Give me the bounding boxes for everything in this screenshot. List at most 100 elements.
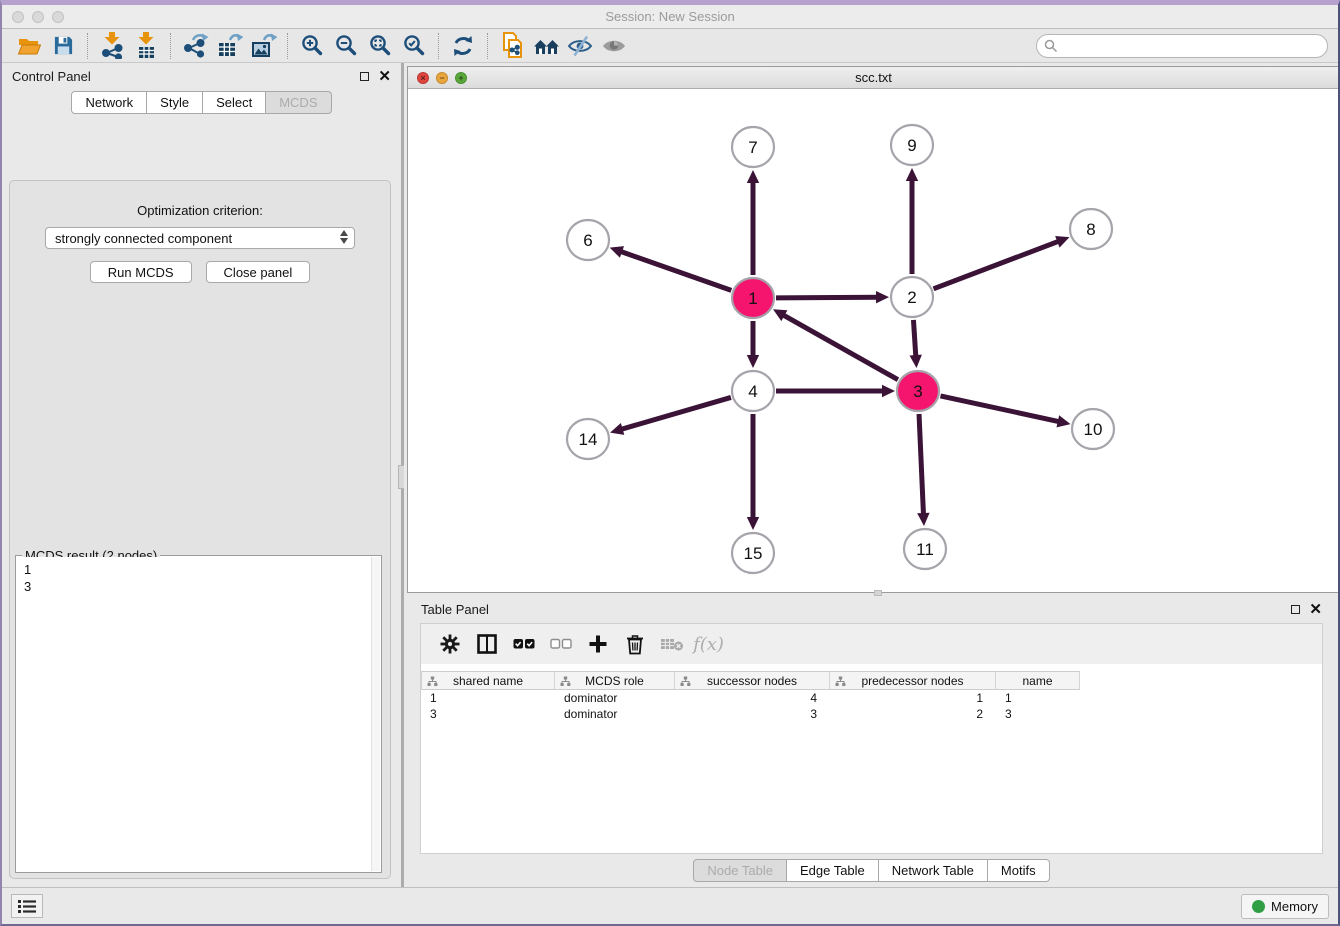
unselect-all-icon bbox=[550, 638, 572, 650]
show-all-button[interactable] bbox=[597, 31, 631, 61]
delete-column-button[interactable] bbox=[616, 628, 653, 660]
attribute-tree-icon bbox=[680, 676, 691, 687]
network-window-titlebar[interactable]: × − + scc.txt bbox=[408, 67, 1339, 89]
tab-network-table[interactable]: Network Table bbox=[879, 859, 988, 882]
cell-predecessor-nodes[interactable]: 2 bbox=[830, 707, 996, 721]
cell-shared-name[interactable]: 3 bbox=[421, 707, 555, 721]
search-input[interactable] bbox=[1036, 34, 1328, 58]
column-header-name[interactable]: name bbox=[996, 671, 1080, 690]
workspace-area: × − + scc.txt 7968124314101511 Table Pan… bbox=[404, 63, 1338, 887]
refresh-button[interactable] bbox=[446, 31, 480, 61]
tab-mcds[interactable]: MCDS bbox=[266, 91, 331, 114]
import-network-button[interactable] bbox=[95, 31, 129, 61]
graph-node-9[interactable]: 9 bbox=[891, 125, 933, 165]
svg-text:6: 6 bbox=[583, 231, 592, 250]
tab-edge-table[interactable]: Edge Table bbox=[787, 859, 879, 882]
control-panel: Control Panel ✕ Network Style Select MCD… bbox=[2, 63, 401, 887]
zoom-fit-button[interactable] bbox=[363, 31, 397, 61]
column-header-predecessor-nodes[interactable]: predecessor nodes bbox=[830, 671, 996, 690]
import-table-button[interactable] bbox=[129, 31, 163, 61]
run-mcds-button[interactable]: Run MCDS bbox=[90, 261, 192, 283]
network-view-window: × − + scc.txt 7 9 6 8 1 2 4 3 14 10 15 11 bbox=[407, 66, 1340, 593]
zoom-selected-button[interactable] bbox=[397, 31, 431, 61]
result-scrollbar[interactable] bbox=[371, 557, 380, 871]
graph-node-15[interactable]: 15 bbox=[732, 533, 774, 573]
mcds-result-list[interactable]: 1 3 bbox=[17, 557, 380, 871]
table-row[interactable]: 1 dominator 4 1 1 bbox=[421, 690, 1322, 706]
cell-mcds-role[interactable]: dominator bbox=[555, 691, 675, 705]
graph-node-1[interactable]: 1 bbox=[732, 278, 774, 318]
column-header-shared-name[interactable]: shared name bbox=[421, 671, 555, 690]
graph-node-4[interactable]: 4 bbox=[732, 371, 774, 411]
table-panel-title: Table Panel bbox=[421, 602, 489, 617]
cell-shared-name[interactable]: 1 bbox=[421, 691, 555, 705]
duplicate-network-button[interactable] bbox=[495, 31, 529, 61]
list-icon bbox=[18, 899, 36, 914]
svg-text:2: 2 bbox=[907, 288, 916, 307]
show-columns-button[interactable] bbox=[468, 628, 505, 660]
duplicate-network-icon bbox=[501, 32, 524, 59]
memory-label: Memory bbox=[1271, 899, 1318, 914]
table-row[interactable]: 3 dominator 3 2 3 bbox=[421, 706, 1322, 722]
criterion-value: strongly connected component bbox=[55, 231, 232, 246]
hide-selected-button[interactable] bbox=[563, 31, 597, 61]
apply-function-button[interactable]: f(x) bbox=[690, 628, 727, 660]
column-header-mcds-role[interactable]: MCDS role bbox=[555, 671, 675, 690]
table-settings-button[interactable] bbox=[431, 628, 468, 660]
select-all-rows-button[interactable] bbox=[505, 628, 542, 660]
network-canvas[interactable]: 7 9 6 8 1 2 4 3 14 10 15 11 bbox=[408, 90, 1339, 592]
zoom-in-button[interactable] bbox=[295, 31, 329, 61]
open-session-button[interactable] bbox=[12, 31, 46, 61]
cell-predecessor-nodes[interactable]: 1 bbox=[830, 691, 996, 705]
task-history-button[interactable] bbox=[11, 894, 43, 918]
refresh-icon bbox=[451, 35, 475, 57]
network-graph[interactable]: 7 9 6 8 1 2 4 3 14 10 15 11 bbox=[408, 90, 1339, 592]
plus-icon bbox=[588, 634, 608, 654]
add-column-button[interactable] bbox=[579, 628, 616, 660]
tab-style[interactable]: Style bbox=[147, 91, 203, 114]
criterion-dropdown[interactable]: strongly connected component bbox=[45, 227, 355, 249]
network-window-title: scc.txt bbox=[408, 70, 1339, 85]
graph-node-7[interactable]: 7 bbox=[732, 127, 774, 167]
close-panel-button[interactable]: Close panel bbox=[206, 261, 311, 283]
toolbar-separator bbox=[287, 33, 288, 59]
export-table-icon bbox=[216, 33, 243, 58]
first-neighbors-button[interactable] bbox=[529, 31, 563, 61]
graph-node-2[interactable]: 2 bbox=[891, 277, 933, 317]
zoom-out-button[interactable] bbox=[329, 31, 363, 61]
graph-node-3[interactable]: 3 bbox=[897, 371, 939, 411]
close-table-panel-icon[interactable]: ✕ bbox=[1309, 602, 1322, 617]
graph-node-14[interactable]: 14 bbox=[567, 419, 609, 459]
svg-text:14: 14 bbox=[579, 430, 598, 449]
optimization-criterion-label: Optimization criterion: bbox=[10, 203, 390, 218]
save-session-button[interactable] bbox=[46, 31, 80, 61]
column-header-successor-nodes[interactable]: successor nodes bbox=[675, 671, 830, 690]
graph-node-10[interactable]: 10 bbox=[1072, 409, 1114, 449]
delete-table-button[interactable] bbox=[653, 628, 690, 660]
export-network-button[interactable] bbox=[178, 31, 212, 61]
tab-select[interactable]: Select bbox=[203, 91, 266, 114]
graph-node-8[interactable]: 8 bbox=[1070, 209, 1112, 249]
tab-network[interactable]: Network bbox=[71, 91, 147, 114]
cell-name[interactable]: 1 bbox=[996, 691, 1080, 705]
close-panel-icon[interactable]: ✕ bbox=[378, 69, 391, 84]
cell-successor-nodes[interactable]: 4 bbox=[675, 691, 830, 705]
delete-table-icon bbox=[660, 636, 684, 652]
tab-node-table[interactable]: Node Table bbox=[693, 859, 787, 882]
tab-motifs[interactable]: Motifs bbox=[988, 859, 1050, 882]
export-image-button[interactable] bbox=[246, 31, 280, 61]
mcds-panel: Optimization criterion: strongly connect… bbox=[9, 180, 391, 879]
cell-name[interactable]: 3 bbox=[996, 707, 1080, 721]
memory-button[interactable]: Memory bbox=[1241, 894, 1329, 919]
float-panel-icon[interactable] bbox=[360, 72, 369, 81]
search-container bbox=[1036, 34, 1328, 58]
export-table-button[interactable] bbox=[212, 31, 246, 61]
window-resize-handle[interactable] bbox=[874, 590, 882, 596]
unselect-all-rows-button[interactable] bbox=[542, 628, 579, 660]
cell-mcds-role[interactable]: dominator bbox=[555, 707, 675, 721]
float-table-panel-icon[interactable] bbox=[1291, 605, 1300, 614]
table-panel: Table Panel ✕ bbox=[407, 597, 1336, 887]
cell-successor-nodes[interactable]: 3 bbox=[675, 707, 830, 721]
graph-node-11[interactable]: 11 bbox=[904, 529, 946, 569]
graph-node-6[interactable]: 6 bbox=[567, 220, 609, 260]
